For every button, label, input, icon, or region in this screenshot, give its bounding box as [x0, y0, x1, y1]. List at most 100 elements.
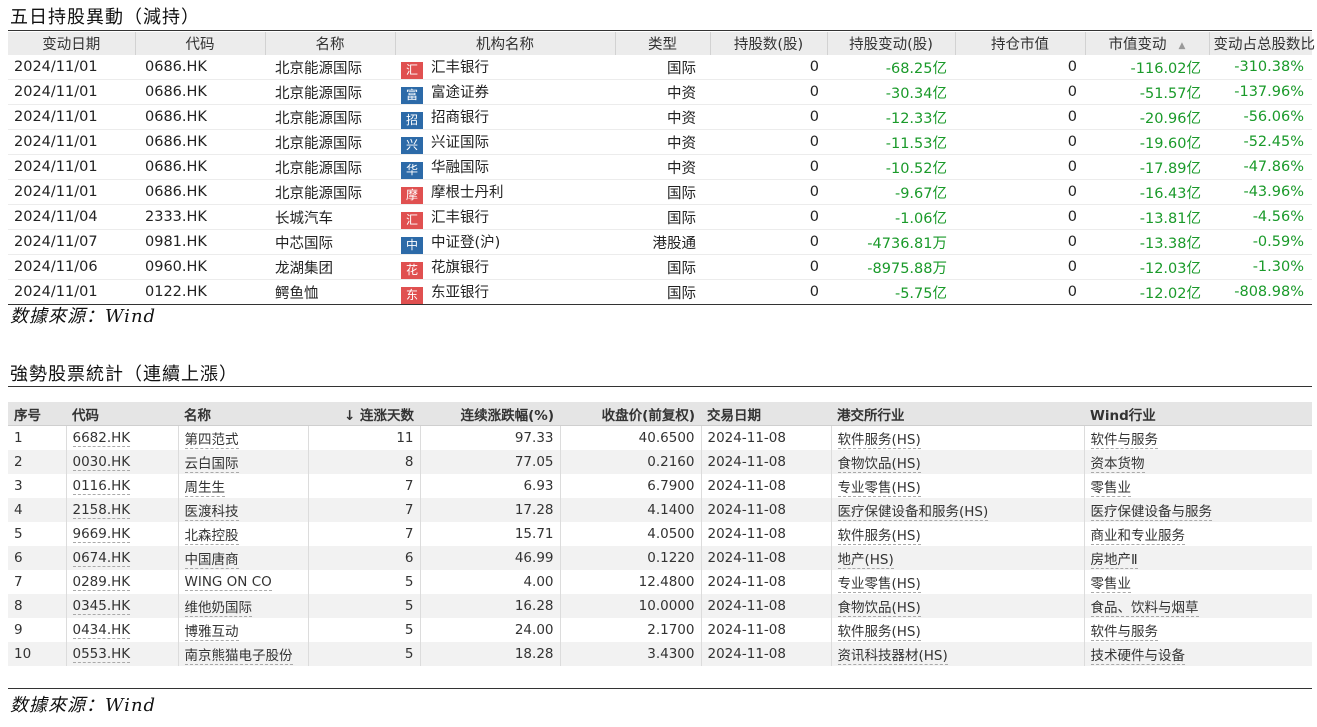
stock-code[interactable]: 6682.HK [72, 430, 131, 447]
institution-name[interactable]: 摩根士丹利 [431, 185, 504, 201]
table-row[interactable]: 8 0345.HK 维他奶国际 5 16.28 10.0000 2024-11-08 食物饮品… [8, 594, 1312, 618]
stock-code[interactable]: 0434.HK [72, 622, 131, 639]
stock-name[interactable]: 维他奶国际 [184, 600, 252, 617]
col-header-institution[interactable]: 机构名称 [394, 32, 615, 55]
stock-code[interactable]: 9669.HK [72, 526, 131, 543]
sort-ascending-icon[interactable]: ▲ [1179, 41, 1186, 51]
col-header-share-change[interactable]: 持股变动(股) [826, 32, 955, 55]
table-row[interactable]: 2024/11/01 0686.HK 北京能源国际兴兴证国际 中资 0 -11.53亿 0-… [8, 129, 1312, 155]
stock-code[interactable]: 0686.HK [135, 154, 265, 180]
stock-name[interactable]: 长城汽车 [265, 204, 395, 230]
table-row[interactable]: 2024/11/01 0686.HK 北京能源国际招招商银行 中资 0 -12.33亿 0-… [8, 104, 1312, 130]
col-header-no[interactable]: 序号 [8, 402, 66, 426]
institution-name[interactable]: 中证登(沪) [431, 235, 500, 251]
institution-name[interactable]: 东亚银行 [431, 285, 489, 301]
wind-industry[interactable]: 零售业 [1090, 576, 1131, 593]
col-header-name[interactable]: 名称 [178, 402, 308, 426]
table-row[interactable]: 10 0553.HK 南京熊猫电子股份 5 18.28 3.4300 2024-11-08 资… [8, 642, 1312, 666]
table-row[interactable]: 2024/11/01 0686.HK 北京能源国际华华融国际 中资 0 -10.52亿 0-… [8, 154, 1312, 180]
institution-name[interactable]: 招商银行 [431, 110, 489, 126]
stock-code[interactable]: 0686.HK [135, 55, 265, 80]
stock-name[interactable]: 北京能源国际 [265, 129, 395, 155]
table-row[interactable]: 1 6682.HK 第四范式 11 97.33 40.6500 2024-11-08 软件服务… [8, 425, 1312, 450]
col-header-ratio[interactable]: 变动占总股数比 [1208, 32, 1315, 55]
stock-name[interactable]: 医渡科技 [184, 504, 239, 521]
col-header-shares[interactable]: 持股数(股) [709, 32, 827, 55]
stock-name[interactable]: 云白国际 [184, 456, 239, 473]
stock-name[interactable]: 中国唐商 [184, 552, 239, 569]
hkex-industry[interactable]: 专业零售(HS) [837, 480, 921, 497]
stock-code[interactable]: 2158.HK [72, 502, 131, 519]
col-header-wind-industry[interactable]: Wind行业 [1084, 402, 1312, 426]
stock-code[interactable]: 2333.HK [135, 204, 265, 230]
col-header-type[interactable]: 类型 [614, 32, 710, 55]
wind-industry[interactable]: 商业和专业服务 [1090, 528, 1185, 545]
hkex-industry[interactable]: 地产(HS) [837, 552, 894, 569]
stock-code[interactable]: 0686.HK [135, 179, 265, 205]
hkex-industry[interactable]: 医疗保健设备和服务(HS) [837, 504, 989, 521]
wind-industry[interactable]: 房地产Ⅱ [1090, 552, 1138, 569]
wind-industry[interactable]: 软件与服务 [1090, 624, 1158, 641]
col-header-value-change[interactable]: 市值变动 ▲ [1084, 32, 1209, 55]
stock-code[interactable]: 0122.HK [135, 279, 265, 305]
wind-industry[interactable]: 零售业 [1090, 480, 1131, 497]
stock-code[interactable]: 0289.HK [72, 574, 131, 591]
stock-name[interactable]: 周生生 [184, 480, 225, 497]
table-row[interactable]: 9 0434.HK 博雅互动 5 24.00 2.1700 2024-11-08 软件服务(H… [8, 618, 1312, 642]
wind-industry[interactable]: 资本货物 [1090, 456, 1145, 473]
table-row[interactable]: 2024/11/01 0686.HK 北京能源国际汇汇丰银行 国际 0 -68.25亿 0-… [8, 55, 1312, 80]
hkex-industry[interactable]: 软件服务(HS) [837, 432, 921, 449]
table-row[interactable]: 2024/11/06 0960.HK 龙湖集团花花旗银行 国际 0 -8975.88万 0-… [8, 254, 1312, 280]
col-header-hkex-industry[interactable]: 港交所行业 [831, 402, 1084, 426]
hkex-industry[interactable]: 食物饮品(HS) [837, 456, 921, 473]
stock-name[interactable]: 北京能源国际 [265, 154, 395, 180]
hkex-industry[interactable]: 软件服务(HS) [837, 624, 921, 641]
stock-code[interactable]: 0553.HK [72, 646, 131, 663]
col-header-position-value[interactable]: 持仓市值 [954, 32, 1085, 55]
stock-name[interactable]: 南京熊猫电子股份 [184, 648, 293, 665]
table-row[interactable]: 3 0116.HK 周生生 7 6.93 6.7900 2024-11-08 专业零售(HS)… [8, 474, 1312, 498]
col-header-close-price[interactable]: 收盘价(前复权) [560, 402, 701, 426]
table-row[interactable]: 2024/11/01 0122.HK 鳄鱼恤东东亚银行 国际 0 -5.75亿 0 -12.0… [8, 279, 1312, 305]
stock-code[interactable]: 0686.HK [135, 129, 265, 155]
stock-name[interactable]: 北京能源国际 [265, 79, 395, 105]
table-row[interactable]: 5 9669.HK 北森控股 7 15.71 4.0500 2024-11-08 软件服务(H… [8, 522, 1312, 546]
stock-code[interactable]: 0345.HK [72, 598, 131, 615]
col-header-streak-days[interactable]: ↓ 连涨天数 [308, 402, 420, 426]
stock-code[interactable]: 0686.HK [135, 104, 265, 130]
stock-code[interactable]: 0116.HK [72, 478, 131, 495]
table-row[interactable]: 6 0674.HK 中国唐商 6 46.99 0.1220 2024-11-08 地产(HS)… [8, 546, 1312, 570]
table-row[interactable]: 4 2158.HK 医渡科技 7 17.28 4.1400 2024-11-08 医疗保健设备… [8, 498, 1312, 522]
stock-name[interactable]: WING ON CO [184, 574, 272, 591]
col-header-trade-date[interactable]: 交易日期 [701, 402, 831, 426]
stock-name[interactable]: 北森控股 [184, 528, 239, 545]
stock-name[interactable]: 中芯国际 [265, 229, 395, 255]
stock-name[interactable]: 北京能源国际 [265, 179, 395, 205]
hkex-industry[interactable]: 软件服务(HS) [837, 528, 921, 545]
stock-code[interactable]: 0960.HK [135, 254, 265, 280]
col-header-date[interactable]: 变动日期 [8, 32, 135, 55]
institution-name[interactable]: 汇丰银行 [431, 60, 489, 76]
stock-name[interactable]: 鳄鱼恤 [265, 279, 395, 305]
stock-code[interactable]: 0030.HK [72, 454, 131, 471]
stock-name[interactable]: 北京能源国际 [265, 104, 395, 130]
stock-code[interactable]: 0686.HK [135, 79, 265, 105]
stock-name[interactable]: 第四范式 [184, 432, 239, 449]
wind-industry[interactable]: 技术硬件与设备 [1090, 648, 1185, 665]
institution-name[interactable]: 花旗银行 [431, 260, 489, 276]
institution-name[interactable]: 富途证券 [431, 85, 489, 101]
stock-name[interactable]: 龙湖集团 [265, 254, 395, 280]
stock-name[interactable]: 北京能源国际 [265, 55, 395, 80]
table-row[interactable]: 7 0289.HK WING ON CO 5 4.00 12.4800 2024-11-08… [8, 570, 1312, 594]
hkex-industry[interactable]: 食物饮品(HS) [837, 600, 921, 617]
table-row[interactable]: 2024/11/01 0686.HK 北京能源国际富富途证券 中资 0 -30.34亿 0-… [8, 79, 1312, 105]
stock-code[interactable]: 0981.HK [135, 229, 265, 255]
hkex-industry[interactable]: 资讯科技器材(HS) [837, 648, 948, 665]
table-row[interactable]: 2 0030.HK 云白国际 8 77.05 0.2160 2024-11-08 食物饮品(H… [8, 450, 1312, 474]
col-header-streak-pct[interactable]: 连续涨跌幅(%) [420, 402, 560, 426]
col-header-name[interactable]: 名称 [264, 32, 395, 55]
institution-name[interactable]: 兴证国际 [431, 135, 489, 151]
wind-industry[interactable]: 医疗保健设备与服务 [1090, 504, 1212, 521]
col-header-code[interactable]: 代码 [66, 402, 178, 426]
wind-industry[interactable]: 软件与服务 [1090, 432, 1158, 449]
